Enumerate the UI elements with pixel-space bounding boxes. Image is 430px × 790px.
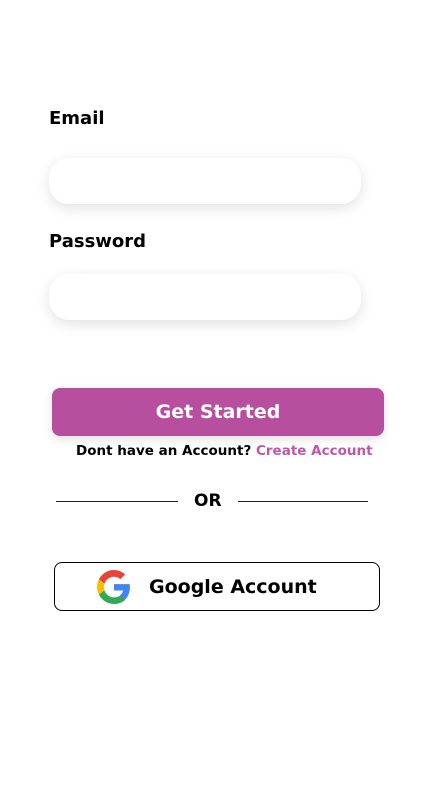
email-input[interactable]	[49, 158, 361, 204]
password-input[interactable]	[49, 274, 361, 320]
google-signin-button[interactable]: Google Account	[54, 562, 380, 611]
get-started-button[interactable]: Get Started	[52, 388, 384, 436]
google-logo-icon	[97, 569, 130, 604]
divider-or-text: OR	[194, 491, 222, 511]
create-account-link[interactable]: Create Account	[256, 443, 373, 459]
password-label: Password	[49, 231, 147, 252]
signup-prompt-text: Dont have an Account?	[76, 443, 252, 459]
divider-left	[56, 501, 178, 502]
signup-prompt: Dont have an Account? Create Account	[76, 443, 373, 459]
email-label: Email	[49, 108, 105, 129]
google-button-label: Google Account	[149, 575, 317, 598]
divider-right	[238, 501, 368, 502]
